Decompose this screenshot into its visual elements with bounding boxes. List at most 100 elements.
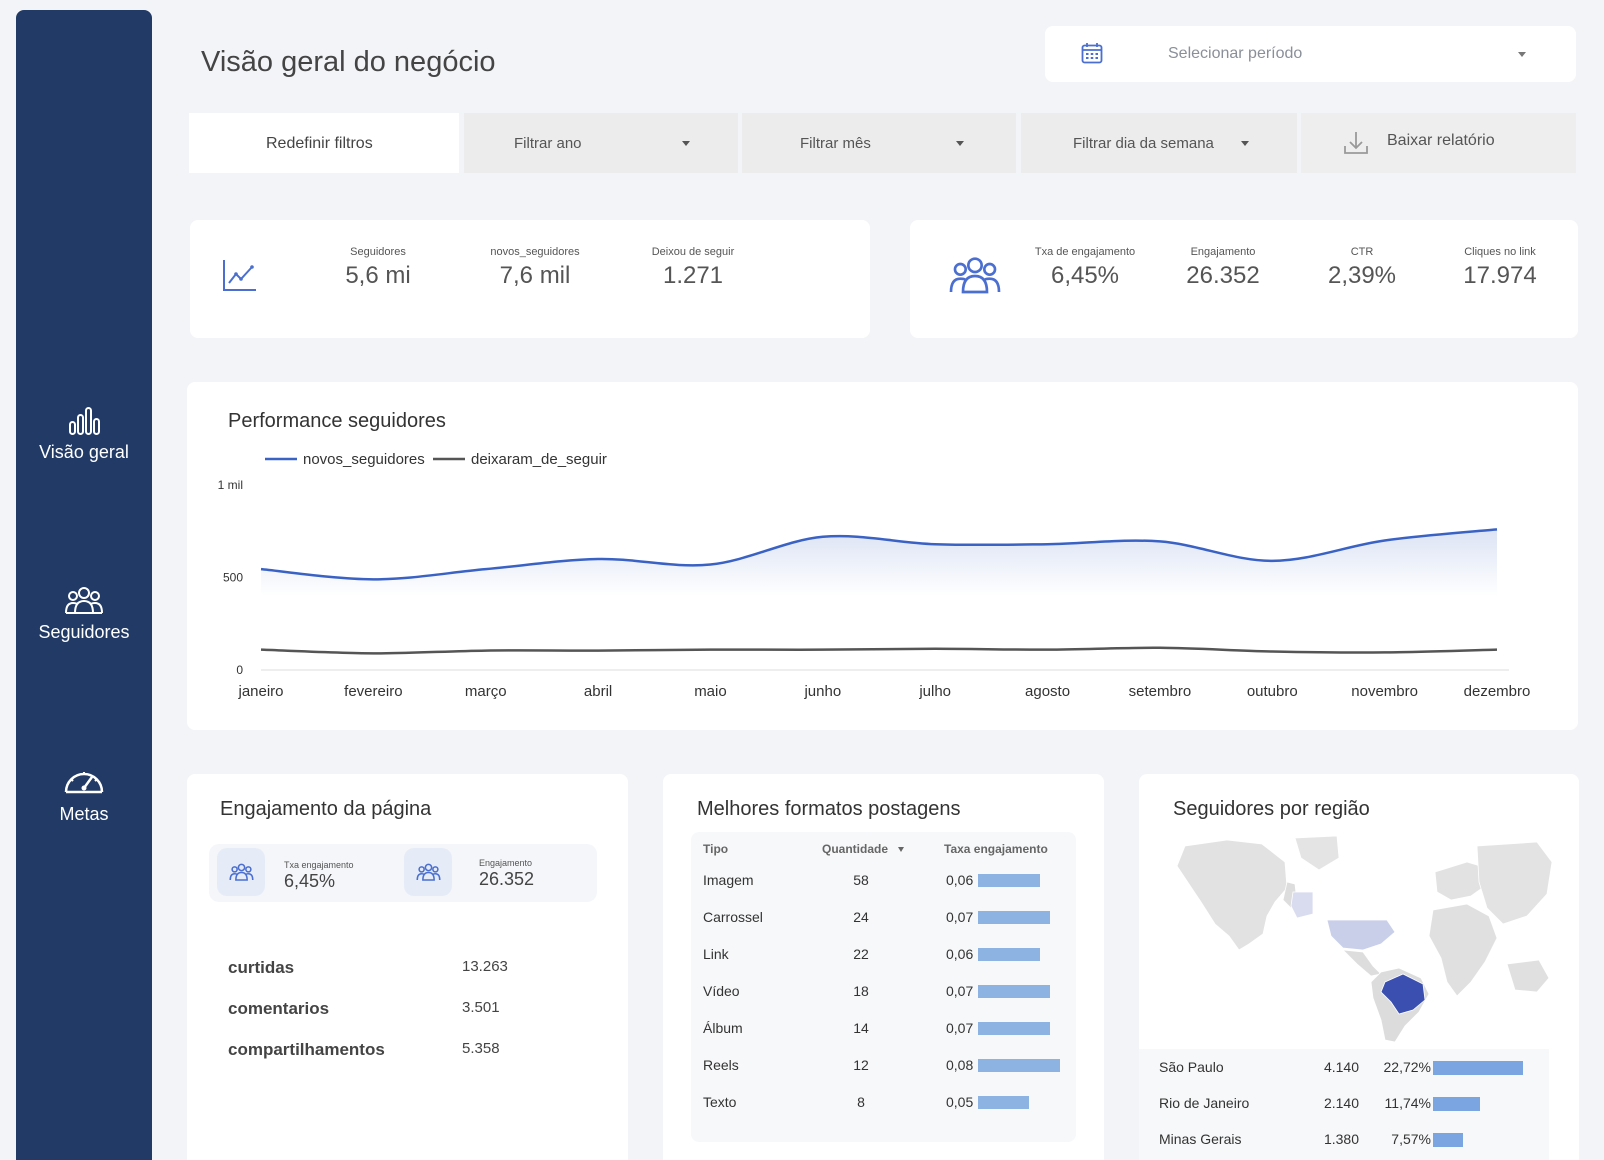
- table-row[interactable]: Link 22 0,06: [691, 944, 1076, 966]
- chevron-down-icon: [682, 141, 690, 146]
- mini-kpi-value: 26.352: [479, 869, 535, 889]
- filter-weekday-label: Filtrar dia da semana: [1073, 135, 1214, 152]
- format-qty: 12: [853, 1057, 869, 1073]
- table-row[interactable]: Vídeo 18 0,07: [691, 981, 1076, 1003]
- x-tick-label: março: [465, 683, 507, 700]
- filter-month-dropdown[interactable]: Filtrar mês: [742, 113, 1016, 173]
- bar-chart-icon: [69, 407, 100, 435]
- format-type: Reels: [703, 1057, 739, 1073]
- chevron-down-icon: [1518, 52, 1526, 57]
- metric-value: 13.263: [462, 958, 508, 975]
- regions-card: Seguidores por região São Paulo 4.140 22,7…: [1139, 774, 1579, 1160]
- nav-label: Visão geral: [39, 442, 129, 462]
- x-tick-label: agosto: [1025, 683, 1070, 700]
- mini-kpi-label: Txa engajamento: [284, 860, 354, 870]
- kpi-label: novos_seguidores: [490, 246, 580, 258]
- table-row[interactable]: São Paulo 4.140 22,72%: [1139, 1057, 1549, 1079]
- gauge-icon: [64, 772, 104, 794]
- formats-title: Melhores formatos postagens: [697, 798, 961, 820]
- rate-bar: [978, 874, 1040, 887]
- users-icon: [65, 587, 103, 614]
- col-header-rate[interactable]: Taxa engajamento: [944, 842, 1048, 856]
- legend-label[interactable]: novos_seguidores: [303, 451, 425, 468]
- rate-bar: [978, 1096, 1029, 1109]
- table-row[interactable]: Reels 12 0,08: [691, 1055, 1076, 1077]
- metric-label: comentarios: [228, 999, 330, 1018]
- region-name: Minas Gerais: [1159, 1131, 1242, 1147]
- format-qty: 18: [853, 983, 869, 999]
- pct-bar: [1433, 1133, 1463, 1147]
- rate-bar: [978, 1059, 1060, 1072]
- metric-value: 5.358: [462, 1040, 500, 1057]
- legend-label[interactable]: deixaram_de_seguir: [471, 451, 607, 468]
- x-tick-label: abril: [584, 683, 612, 700]
- table-row[interactable]: Rio de Janeiro 2.140 11,74%: [1139, 1093, 1549, 1115]
- y-tick-label: 1 mil: [218, 478, 243, 492]
- users-icon: [229, 863, 254, 881]
- region-pct: 22,72%: [1383, 1059, 1431, 1075]
- users-icon: [416, 863, 441, 881]
- users-icon-badge: [217, 848, 265, 896]
- world-map: [1176, 835, 1552, 1042]
- users-icon-badge: [404, 848, 452, 896]
- nav-label: Seguidores: [38, 622, 130, 642]
- metric-value: 3.501: [462, 999, 500, 1016]
- format-type: Link: [703, 946, 729, 962]
- region-count: 4.140: [1323, 1059, 1359, 1075]
- format-rate: 0,07: [946, 983, 974, 999]
- x-tick-label: dezembro: [1464, 683, 1531, 700]
- pct-bar: [1433, 1061, 1523, 1075]
- download-report-button[interactable]: Baixar relatório: [1301, 113, 1576, 173]
- line-chart-icon: [223, 260, 256, 291]
- nav-item-visao-geral[interactable]: Visão geral: [16, 406, 152, 463]
- period-selector[interactable]: Selecionar período: [1045, 26, 1576, 82]
- followers-kpi-card: Seguidores 5,6 mi novos_seguidores 7,6 m…: [190, 220, 870, 338]
- table-row[interactable]: Minas Gerais 1.380 7,57%: [1139, 1129, 1549, 1151]
- mini-kpi-value: 6,45%: [284, 871, 336, 891]
- filter-month-label: Filtrar mês: [800, 135, 871, 152]
- nav-item-seguidores[interactable]: Seguidores: [16, 586, 152, 643]
- region-pct: 11,74%: [1384, 1095, 1431, 1111]
- engagement-page-card: Engajamento da página Txa engajamento 6,…: [187, 774, 628, 1160]
- format-rate: 0,07: [946, 1020, 974, 1036]
- table-row[interactable]: Texto 8 0,05: [691, 1092, 1076, 1114]
- period-placeholder: Selecionar período: [1168, 45, 1303, 62]
- x-tick-label: julho: [918, 683, 951, 700]
- x-tick-label: janeiro: [237, 683, 283, 700]
- format-qty: 8: [857, 1094, 865, 1110]
- kpi-value: 17.974: [1463, 262, 1537, 289]
- format-rate: 0,06: [946, 946, 974, 962]
- users-icon: [949, 257, 1001, 294]
- col-header-type[interactable]: Tipo: [703, 842, 728, 856]
- filter-year-dropdown[interactable]: Filtrar ano: [464, 113, 738, 173]
- rate-bar: [978, 1022, 1050, 1035]
- format-type: Vídeo: [703, 983, 740, 999]
- metric-label: curtidas: [228, 958, 295, 977]
- format-qty: 22: [853, 946, 869, 962]
- sort-desc-icon[interactable]: [898, 847, 904, 852]
- x-tick-label: setembro: [1129, 683, 1192, 700]
- table-row[interactable]: Imagem 58 0,06: [691, 870, 1076, 892]
- table-row[interactable]: Álbum 14 0,07: [691, 1018, 1076, 1040]
- region-name: Rio de Janeiro: [1159, 1095, 1250, 1111]
- download-icon: [1344, 132, 1368, 154]
- nav-item-metas[interactable]: Metas: [16, 764, 152, 825]
- chevron-down-icon: [1241, 141, 1249, 146]
- performance-chart: 0 500 1 mil janeiro fevereiro março abril maio j…: [218, 451, 1531, 700]
- reset-filters-button[interactable]: Redefinir filtros: [189, 113, 459, 173]
- regions-table: São Paulo 4.140 22,72% Rio de Janeiro 2.140 1…: [1139, 1049, 1549, 1160]
- kpi-label: CTR: [1350, 246, 1374, 258]
- filter-weekday-dropdown[interactable]: Filtrar dia da semana: [1021, 113, 1297, 173]
- series-line-deixaram_de_seguir: [260, 646, 1498, 655]
- kpi-value: 2,39%: [1327, 262, 1397, 289]
- format-type: Texto: [703, 1094, 737, 1110]
- format-type: Imagem: [703, 872, 754, 888]
- engagement-page-title: Engajamento da página: [220, 798, 432, 820]
- x-tick-label: fevereiro: [344, 683, 402, 700]
- kpi-value: 26.352: [1186, 262, 1260, 289]
- y-tick-label: 500: [223, 571, 243, 585]
- col-header-qty[interactable]: Quantidade: [822, 842, 888, 856]
- kpi-label: Deixou de seguir: [651, 246, 735, 258]
- table-row[interactable]: Carrossel 24 0,07: [691, 907, 1076, 929]
- format-rate: 0,05: [946, 1094, 974, 1110]
